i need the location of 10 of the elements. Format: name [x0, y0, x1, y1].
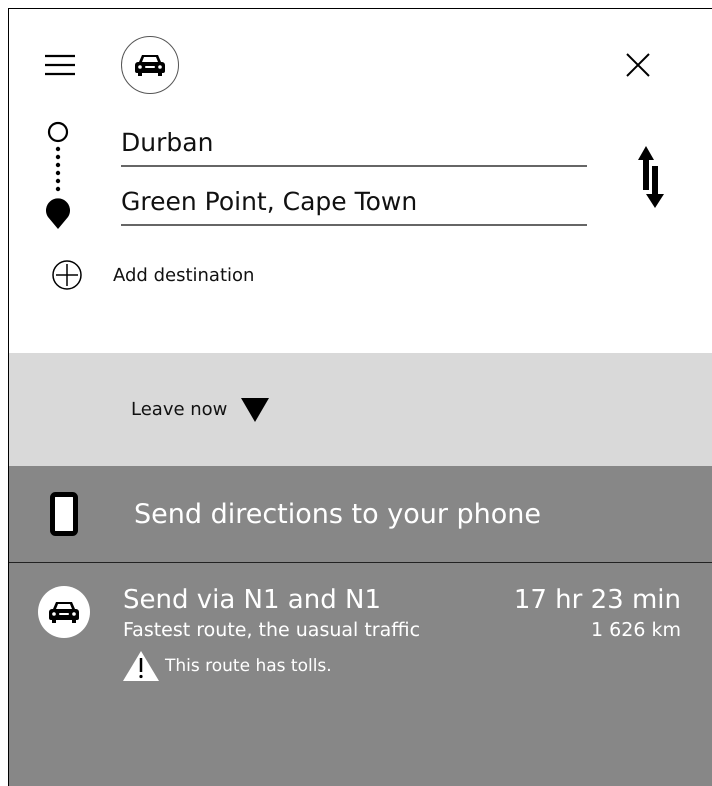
departure-dropdown[interactable]: Leave now [131, 398, 270, 422]
route-duration: 17 hr 23 min [514, 585, 681, 615]
destination-field[interactable]: Green Point, Cape Town [121, 187, 587, 226]
route-distance: 1 626 km [591, 619, 681, 641]
add-destination-link[interactable]: Add destination [113, 264, 254, 286]
toll-warning: This route has tolls. [165, 656, 332, 676]
route-description: Fastest route, the uasual traffic [123, 619, 420, 641]
origin-field[interactable]: Durban [121, 128, 587, 167]
route-title: Send via N1 and N1 [123, 585, 381, 615]
send-to-phone-button[interactable]: Send directions to your phone [9, 466, 712, 563]
